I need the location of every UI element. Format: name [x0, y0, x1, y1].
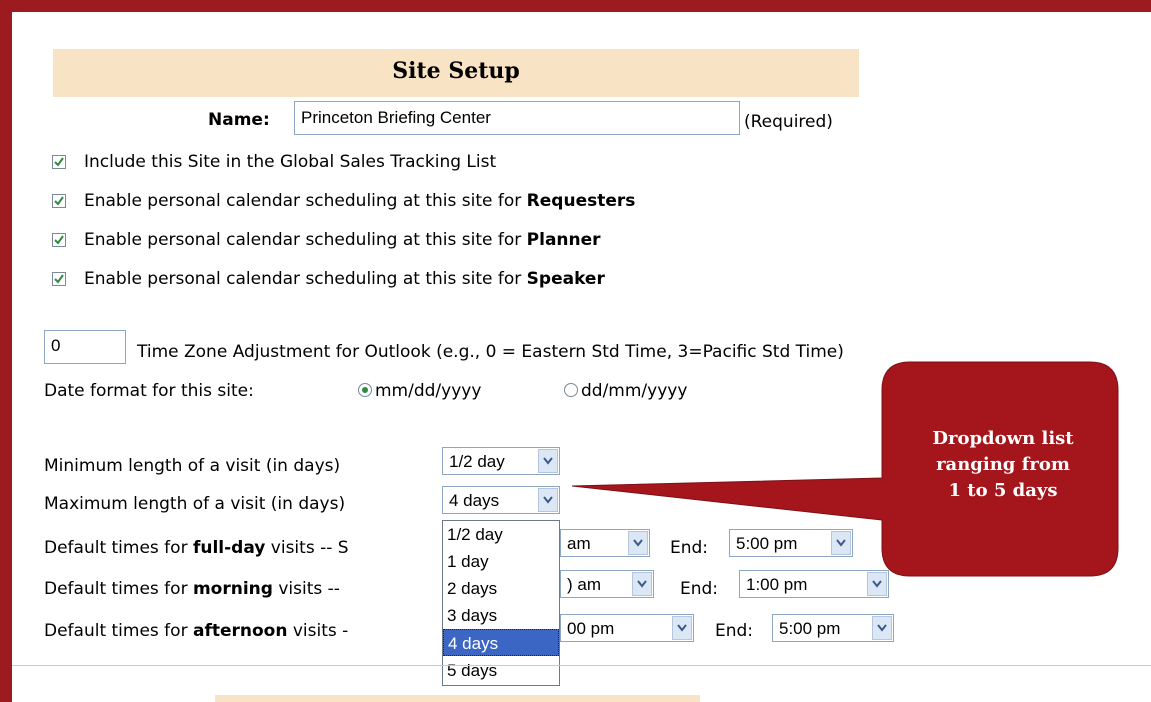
callout-text: Dropdown list ranging from 1 to 5 days: [888, 426, 1118, 504]
checkbox-global-sales-tracking[interactable]: [52, 155, 66, 169]
chevron-down-icon[interactable]: [831, 531, 851, 555]
full-day-end-value: 5:00 pm: [736, 534, 798, 553]
full-day-end-label: End:: [670, 538, 709, 558]
min-length-select[interactable]: 1/2 day: [442, 447, 560, 475]
checkbox-requesters[interactable]: [52, 194, 66, 208]
dropdown-option-selected[interactable]: 4 days: [443, 629, 559, 656]
radio-selected-dot: [362, 387, 368, 393]
morning-label: Default times for morning visits --: [44, 579, 340, 599]
max-length-select[interactable]: 4 days: [442, 486, 560, 514]
checkbox-speaker[interactable]: [52, 272, 66, 286]
name-input[interactable]: Princeton Briefing Center: [294, 101, 740, 135]
min-length-value: 1/2 day: [449, 452, 505, 471]
radio-mmddyyyy[interactable]: [358, 383, 372, 397]
chevron-down-icon[interactable]: [538, 488, 558, 512]
checkbox-label-requesters: Enable personal calendar scheduling at t…: [84, 191, 636, 211]
full-day-start-select[interactable]: am: [560, 529, 650, 557]
full-day-label: Default times for full-day visits -- S: [44, 538, 349, 558]
afternoon-start-value: 00 pm: [567, 619, 615, 638]
radio-label-ddmmyyyy: dd/mm/yyyy: [581, 381, 688, 401]
checkbox-planner[interactable]: [52, 233, 66, 247]
dropdown-option[interactable]: 2 days: [443, 575, 559, 602]
chevron-down-icon[interactable]: [872, 616, 892, 640]
dropdown-option[interactable]: 1/2 day: [443, 521, 559, 548]
frame-left-border: [0, 0, 12, 702]
radio-ddmmyyyy[interactable]: [564, 383, 578, 397]
chevron-down-icon[interactable]: [867, 572, 887, 596]
full-day-start-value: am: [567, 534, 591, 553]
page-title: Site Setup: [392, 58, 520, 84]
afternoon-end-label: End:: [715, 621, 754, 641]
callout-line: 1 to 5 days: [948, 480, 1058, 501]
afternoon-end-select[interactable]: 5:00 pm: [772, 614, 894, 642]
chevron-down-icon[interactable]: [632, 572, 652, 596]
timezone-input[interactable]: 0: [44, 330, 126, 364]
timezone-label: Time Zone Adjustment for Outlook (e.g., …: [137, 342, 844, 362]
chevron-down-icon[interactable]: [628, 531, 648, 555]
max-length-value: 4 days: [449, 491, 500, 510]
chevron-down-icon[interactable]: [538, 449, 558, 473]
section-divider: [12, 665, 1151, 666]
max-length-dropdown-list[interactable]: 1/2 day 1 day 2 days 3 days 4 days 5 day…: [442, 520, 560, 686]
afternoon-end-value: 5:00 pm: [779, 619, 841, 638]
morning-end-select[interactable]: 1:00 pm: [739, 570, 889, 598]
callout-line: Dropdown list: [932, 428, 1074, 449]
name-label: Name:: [208, 110, 270, 130]
chevron-down-icon[interactable]: [672, 616, 692, 640]
full-day-end-select[interactable]: 5:00 pm: [729, 529, 853, 557]
morning-end-value: 1:00 pm: [746, 575, 808, 594]
radio-label-mmddyyyy: mm/dd/yyyy: [375, 381, 482, 401]
afternoon-start-select[interactable]: 00 pm: [560, 614, 694, 642]
next-section-header-band: [215, 695, 700, 702]
checkbox-label-speaker: Enable personal calendar scheduling at t…: [84, 269, 605, 289]
checkbox-label-global-sales-tracking: Include this Site in the Global Sales Tr…: [84, 152, 497, 172]
min-length-label: Minimum length of a visit (in days): [44, 456, 341, 476]
dropdown-option[interactable]: 5 days: [443, 657, 559, 684]
max-length-label: Maximum length of a visit (in days): [44, 494, 346, 514]
frame-top-border: [0, 0, 1151, 12]
afternoon-label: Default times for afternoon visits -: [44, 621, 349, 641]
morning-start-value: ) am: [567, 575, 601, 594]
callout-line: ranging from: [936, 454, 1070, 475]
required-note: (Required): [744, 112, 833, 132]
morning-start-select[interactable]: ) am: [560, 570, 654, 598]
date-format-label: Date format for this site:: [44, 381, 254, 401]
dropdown-option[interactable]: 1 day: [443, 548, 559, 575]
checkbox-label-planner: Enable personal calendar scheduling at t…: [84, 230, 601, 250]
dropdown-option[interactable]: 3 days: [443, 602, 559, 629]
morning-end-label: End:: [680, 579, 719, 599]
